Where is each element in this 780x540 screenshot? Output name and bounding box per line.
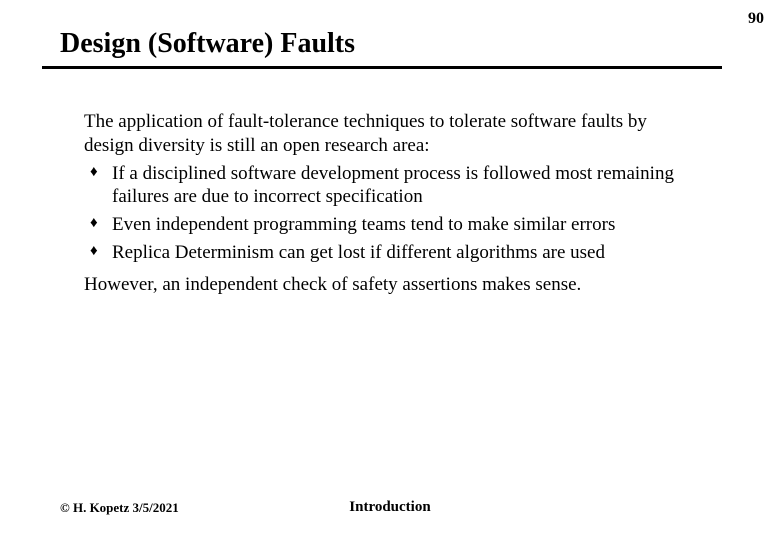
page-number: 90 bbox=[748, 10, 764, 28]
list-item: Replica Determinism can get lost if diff… bbox=[84, 241, 684, 265]
slide-title: Design (Software) Faults bbox=[60, 28, 355, 60]
closing-paragraph: However, an independent check of safety … bbox=[84, 273, 684, 297]
title-underline bbox=[42, 66, 722, 69]
intro-paragraph: The application of fault-tolerance techn… bbox=[84, 110, 684, 158]
bullet-list: If a disciplined software development pr… bbox=[84, 162, 684, 265]
list-item: Even independent programming teams tend … bbox=[84, 213, 684, 237]
list-item: If a disciplined software development pr… bbox=[84, 162, 684, 210]
slide-body: The application of fault-tolerance techn… bbox=[84, 110, 684, 296]
slide: 90 Design (Software) Faults The applicat… bbox=[0, 0, 780, 540]
footer-section-title: Introduction bbox=[0, 499, 780, 516]
